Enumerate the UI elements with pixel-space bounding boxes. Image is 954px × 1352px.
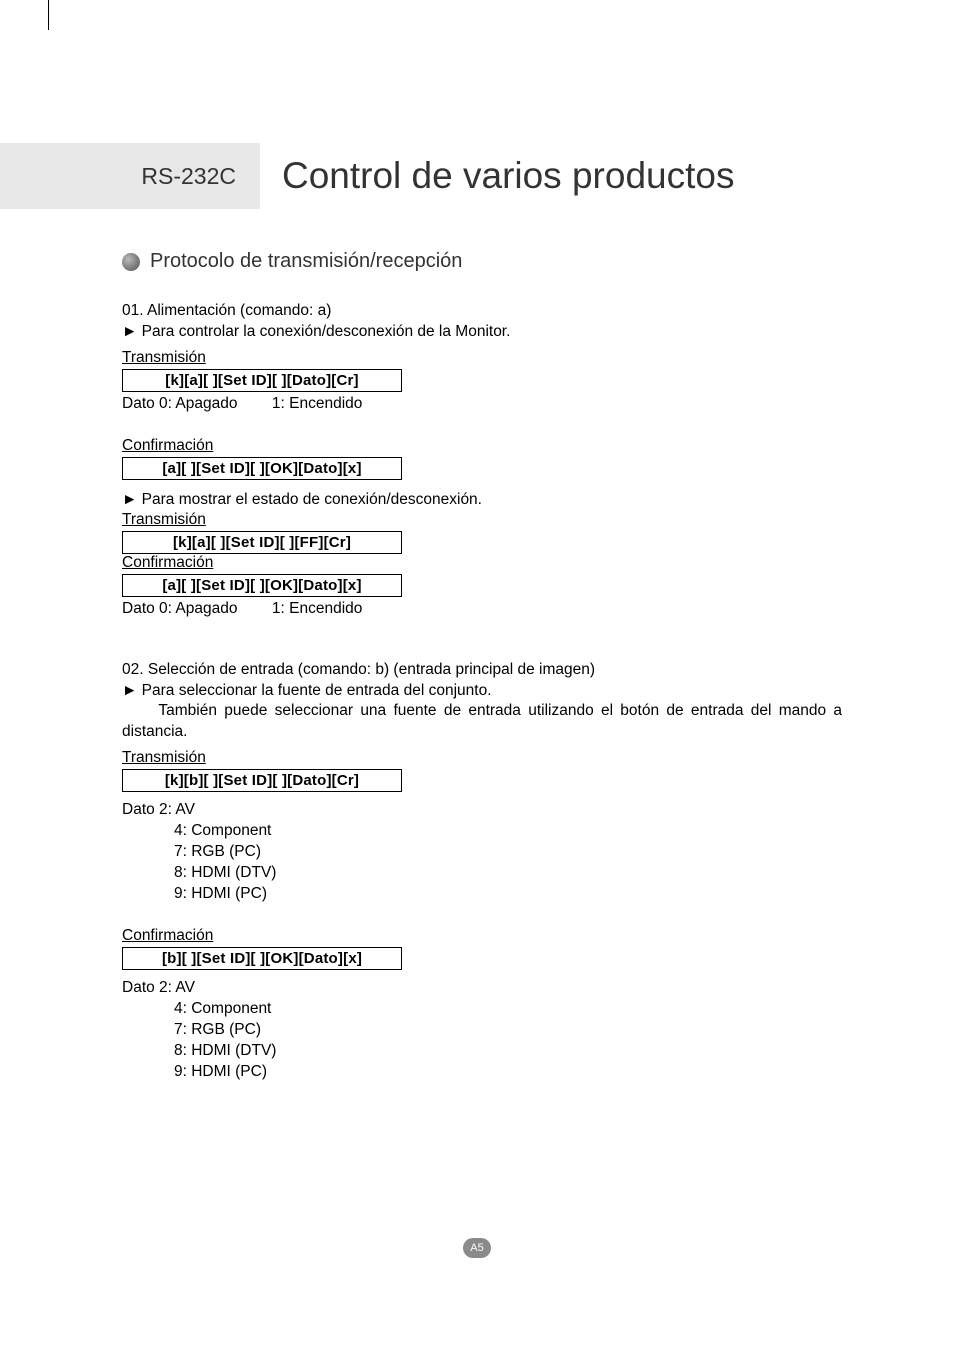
cmd02-data2-head: Dato 2: AV — [122, 978, 842, 999]
cmd02-data-l5: 9: HDMI (PC) — [174, 884, 842, 905]
cmd01-tx-code: [k][a][ ][Set ID][ ][Dato][Cr] — [122, 369, 402, 392]
cmd02-conf-code: [b][ ][Set ID][ ][OK][Dato][x] — [122, 947, 402, 970]
section-heading: Protocolo de transmisión/recepción — [122, 250, 842, 273]
cmd02-desc-l1: ► Para seleccionar la fuente de entrada … — [122, 681, 842, 702]
cmd01-conf-label: Confirmación — [122, 437, 213, 455]
cmd02-title: 02. Selección de entrada (comando: b) (e… — [122, 660, 842, 681]
cmd02-data2-l2: 4: Component — [174, 999, 842, 1020]
cmd02-data2-l5: 9: HDMI (PC) — [174, 1062, 842, 1083]
content-area: Protocolo de transmisión/recepción 01. A… — [122, 250, 842, 1083]
cmd02-tx-code: [k][b][ ][Set ID][ ][Dato][Cr] — [122, 769, 402, 792]
cmd01-conf2-label: Confirmación — [122, 554, 213, 572]
cmd02-data2-l3: 7: RGB (PC) — [174, 1020, 842, 1041]
page-header: RS-232C Control de varios productos — [0, 143, 870, 209]
header-right-text: Control de varios productos — [282, 155, 734, 197]
header-left-box: RS-232C — [0, 143, 260, 209]
cmd01-tx-label: Transmisión — [122, 349, 206, 367]
cmd01-desc: ► Para controlar la conexión/desconexión… — [122, 322, 842, 343]
cmd01-desc2: ► Para mostrar el estado de conexión/des… — [122, 490, 842, 511]
cmd02-data-l3: 7: RGB (PC) — [174, 842, 842, 863]
cmd02-data2-l4: 8: HDMI (DTV) — [174, 1041, 842, 1062]
cmd02-conf-label: Confirmación — [122, 927, 213, 945]
section-title: Protocolo de transmisión/recepción — [150, 250, 462, 273]
cmd02-data-l4: 8: HDMI (DTV) — [174, 863, 842, 884]
cmd02-data-head: Dato 2: AV — [122, 800, 842, 821]
cmd01-title: 01. Alimentación (comando: a) — [122, 301, 842, 322]
cmd02-data2-list: 4: Component 7: RGB (PC) 8: HDMI (DTV) 9… — [122, 999, 842, 1083]
header-right-box: Control de varios productos — [260, 143, 870, 209]
cmd02-tx-label: Transmisión — [122, 749, 206, 767]
cmd02-desc-l2: También puede seleccionar una fuente de … — [122, 701, 842, 743]
page-number: A5 — [470, 1242, 483, 1254]
cmd01-tx-data: Dato 0: Apagado 1: Encendido — [122, 394, 842, 415]
cmd01-conf-code: [a][ ][Set ID][ ][OK][Dato][x] — [122, 457, 402, 480]
cmd01-tx2-code: [k][a][ ][Set ID][ ][FF][Cr] — [122, 531, 402, 554]
cmd01-conf2-code: [a][ ][Set ID][ ][OK][Dato][x] — [122, 574, 402, 597]
crop-mark — [48, 0, 49, 30]
cmd01-tx2-label: Transmisión — [122, 511, 206, 529]
cmd02-data-l2: 4: Component — [174, 821, 842, 842]
cmd01-data2: Dato 0: Apagado 1: Encendido — [122, 599, 842, 620]
header-left-text: RS-232C — [141, 163, 236, 190]
bullet-icon — [122, 253, 140, 271]
cmd02-data-list: 4: Component 7: RGB (PC) 8: HDMI (DTV) 9… — [122, 821, 842, 905]
page-number-badge: A5 — [463, 1238, 491, 1258]
